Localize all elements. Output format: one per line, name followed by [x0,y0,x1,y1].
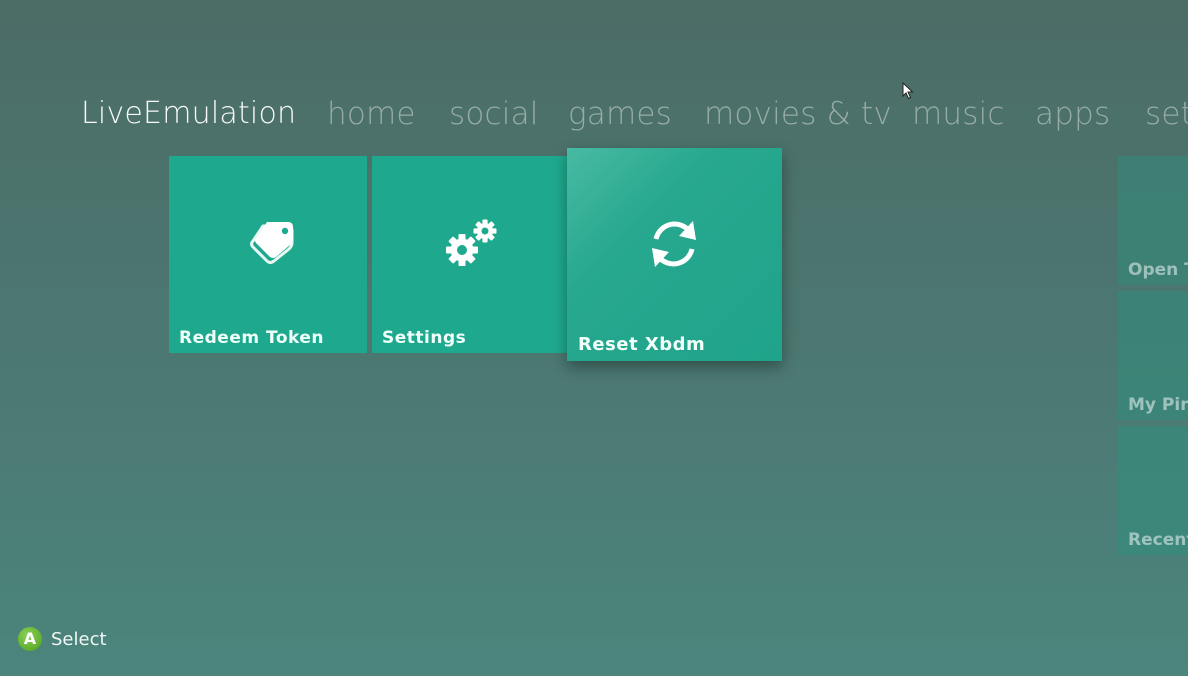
nav-item-social[interactable]: social [449,92,539,136]
my-pins-tile[interactable]: My Pin [1118,291,1188,420]
nav-item-apps[interactable]: apps [1035,92,1110,136]
a-button-icon: A [18,627,42,651]
refresh-icon [652,221,696,267]
reset-xbdm-tile[interactable]: Reset Xbdm [567,148,782,361]
recent-tile[interactable]: Recent [1118,426,1188,555]
hint-label: Select [51,628,107,650]
nav-item-music[interactable]: music [912,92,1005,136]
mouse-cursor-icon [902,82,914,100]
nav-item-home[interactable]: home [327,92,416,136]
tile-label: Open T [1128,260,1188,280]
open-tray-tile[interactable]: Open T [1118,156,1188,285]
pivot-nav: LiveEmulation home social games movies &… [0,92,1188,138]
nav-item-settings[interactable]: set [1145,92,1188,136]
nav-item-liveemulation[interactable]: LiveEmulation [81,92,296,136]
tile-label: Settings [382,328,467,348]
select-hint: A Select [18,627,107,651]
tile-label: Redeem Token [179,328,324,348]
settings-tile[interactable]: Settings [372,156,568,353]
tile-label: My Pin [1128,395,1188,415]
tile-label: Recent [1128,530,1188,550]
redeem-token-tile[interactable]: Redeem Token [169,156,367,353]
nav-item-games[interactable]: games [568,92,672,136]
tag-icon [250,222,294,264]
gears-icon [446,219,497,266]
nav-item-movies-tv[interactable]: movies & tv [704,92,892,136]
tile-label: Reset Xbdm [578,334,706,355]
